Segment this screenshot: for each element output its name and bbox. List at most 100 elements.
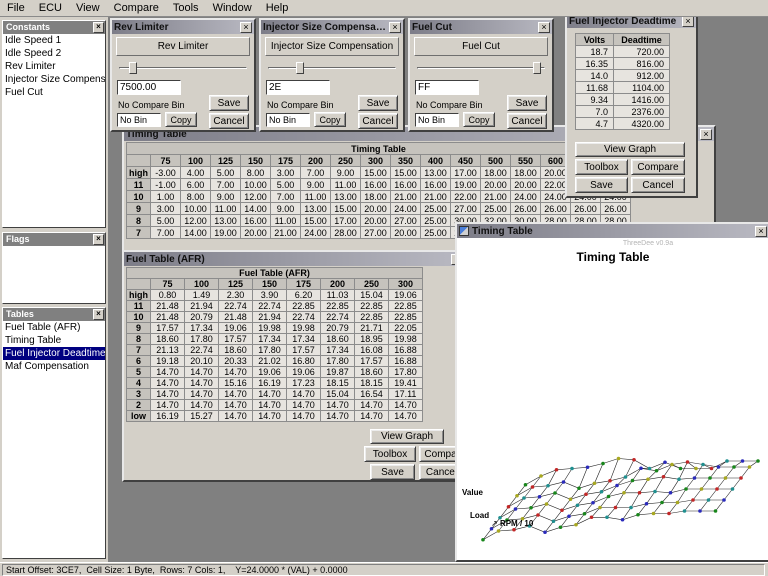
table-cell[interactable]: 24.00: [391, 203, 421, 215]
table-cell[interactable]: 14.00: [241, 203, 271, 215]
table-cell[interactable]: 17.34: [321, 345, 355, 356]
constants-list-item[interactable]: Idle Speed 1: [3, 34, 105, 47]
table-cell[interactable]: 14.70: [185, 400, 219, 411]
timing-3d-mesh[interactable]: [457, 388, 768, 560]
table-cell[interactable]: 2.30: [219, 290, 253, 301]
table-cell[interactable]: 1104.00: [614, 82, 670, 94]
column-header[interactable]: 75: [151, 279, 185, 290]
table-cell[interactable]: 17.00: [451, 167, 481, 179]
table-cell[interactable]: 27.00: [451, 203, 481, 215]
table-cell[interactable]: 22.85: [355, 301, 389, 312]
row-header[interactable]: 11: [127, 179, 151, 191]
table-cell[interactable]: 22.74: [219, 301, 253, 312]
column-header[interactable]: 125: [211, 155, 241, 167]
menu-item[interactable]: Compare: [107, 1, 166, 15]
close-icon[interactable]: ×: [755, 226, 767, 237]
menu-item[interactable]: View: [69, 1, 107, 15]
close-icon[interactable]: ×: [93, 234, 104, 245]
table-cell[interactable]: 7.0: [576, 106, 614, 118]
table-cell[interactable]: 14.70: [253, 389, 287, 400]
table-cell[interactable]: 14.70: [185, 367, 219, 378]
table-cell[interactable]: 22.85: [389, 301, 423, 312]
row-header[interactable]: high: [127, 290, 151, 301]
copy-button[interactable]: Copy: [314, 112, 346, 127]
tables-list-item[interactable]: Timing Table: [3, 334, 105, 347]
menu-item[interactable]: Tools: [166, 1, 206, 15]
slider-thumb[interactable]: [533, 62, 541, 74]
table-cell[interactable]: 15.04: [355, 290, 389, 301]
close-icon[interactable]: ×: [389, 22, 401, 33]
copy-button[interactable]: Copy: [165, 112, 197, 127]
table-cell[interactable]: 16.00: [361, 179, 391, 191]
table-cell[interactable]: 14.70: [151, 367, 185, 378]
row-header[interactable]: 9: [127, 203, 151, 215]
table-cell[interactable]: 4.7: [576, 118, 614, 130]
table-cell[interactable]: 14.70: [185, 378, 219, 389]
table-cell[interactable]: 20.00: [511, 179, 541, 191]
row-header[interactable]: 8: [127, 215, 151, 227]
table-cell[interactable]: 9.00: [271, 203, 301, 215]
table-cell[interactable]: 26.00: [571, 203, 601, 215]
row-header[interactable]: low: [127, 411, 151, 422]
value-input[interactable]: [415, 80, 479, 95]
table-cell[interactable]: 19.98: [389, 334, 423, 345]
table-cell[interactable]: 16.80: [287, 356, 321, 367]
table-cell[interactable]: 17.00: [331, 215, 361, 227]
graph-canvas[interactable]: ThreeDee v0.9a Timing Table Value Load ↗…: [457, 238, 768, 560]
table-cell[interactable]: 19.00: [211, 227, 241, 239]
table-cell[interactable]: 17.34: [253, 334, 287, 345]
table-cell[interactable]: 15.00: [361, 167, 391, 179]
close-icon[interactable]: ×: [93, 309, 104, 320]
value-input[interactable]: [117, 80, 181, 95]
compare-button[interactable]: Compare: [631, 159, 685, 175]
table-cell[interactable]: 16.35: [576, 58, 614, 70]
table-cell[interactable]: 13.00: [211, 215, 241, 227]
row-header[interactable]: 10: [127, 312, 151, 323]
table-cell[interactable]: 13.00: [301, 203, 331, 215]
table-cell[interactable]: 22.05: [389, 323, 423, 334]
table-cell[interactable]: 21.00: [481, 191, 511, 203]
table-cell[interactable]: 7.00: [301, 167, 331, 179]
constants-list-item[interactable]: Idle Speed 2: [3, 47, 105, 60]
cancel-button[interactable]: Cancel: [631, 177, 685, 193]
table-cell[interactable]: 21.00: [421, 191, 451, 203]
table-cell[interactable]: 14.70: [219, 367, 253, 378]
column-header[interactable]: 450: [451, 155, 481, 167]
table-cell[interactable]: 14.70: [287, 389, 321, 400]
table-cell[interactable]: 11.03: [321, 290, 355, 301]
table-cell[interactable]: 9.00: [331, 167, 361, 179]
table-cell[interactable]: 19.06: [219, 323, 253, 334]
table-cell[interactable]: 17.80: [185, 334, 219, 345]
table-cell[interactable]: 25.00: [481, 203, 511, 215]
table-cell[interactable]: 17.34: [185, 323, 219, 334]
table-cell[interactable]: 17.11: [389, 389, 423, 400]
save-button[interactable]: Save: [575, 177, 628, 193]
table-cell[interactable]: 7.00: [211, 179, 241, 191]
table-cell[interactable]: 19.98: [287, 323, 321, 334]
table-cell[interactable]: 18.7: [576, 46, 614, 58]
table-cell[interactable]: 8.00: [181, 191, 211, 203]
table-cell[interactable]: 26.00: [511, 203, 541, 215]
table-cell[interactable]: 18.60: [355, 367, 389, 378]
table-cell[interactable]: 22.74: [287, 312, 321, 323]
menu-item[interactable]: ECU: [32, 1, 69, 15]
copy-button[interactable]: Copy: [463, 112, 495, 127]
table-cell[interactable]: 25.00: [421, 215, 451, 227]
table-cell[interactable]: 17.34: [287, 334, 321, 345]
table-cell[interactable]: 14.70: [253, 411, 287, 422]
table-cell[interactable]: 26.00: [541, 203, 571, 215]
table-cell[interactable]: 21.00: [391, 191, 421, 203]
table-cell[interactable]: 14.70: [151, 400, 185, 411]
table-cell[interactable]: 14.70: [287, 400, 321, 411]
table-cell[interactable]: 6.20: [287, 290, 321, 301]
value-slider[interactable]: [268, 61, 396, 75]
table-cell[interactable]: 16.54: [355, 389, 389, 400]
table-cell[interactable]: 20.79: [321, 323, 355, 334]
table-cell[interactable]: 19.98: [253, 323, 287, 334]
column-header[interactable]: 200: [321, 279, 355, 290]
close-icon[interactable]: ×: [538, 22, 550, 33]
table-cell[interactable]: 16.00: [241, 215, 271, 227]
table-cell[interactable]: 21.71: [355, 323, 389, 334]
table-cell[interactable]: 18.60: [321, 334, 355, 345]
table-cell[interactable]: 28.00: [331, 227, 361, 239]
